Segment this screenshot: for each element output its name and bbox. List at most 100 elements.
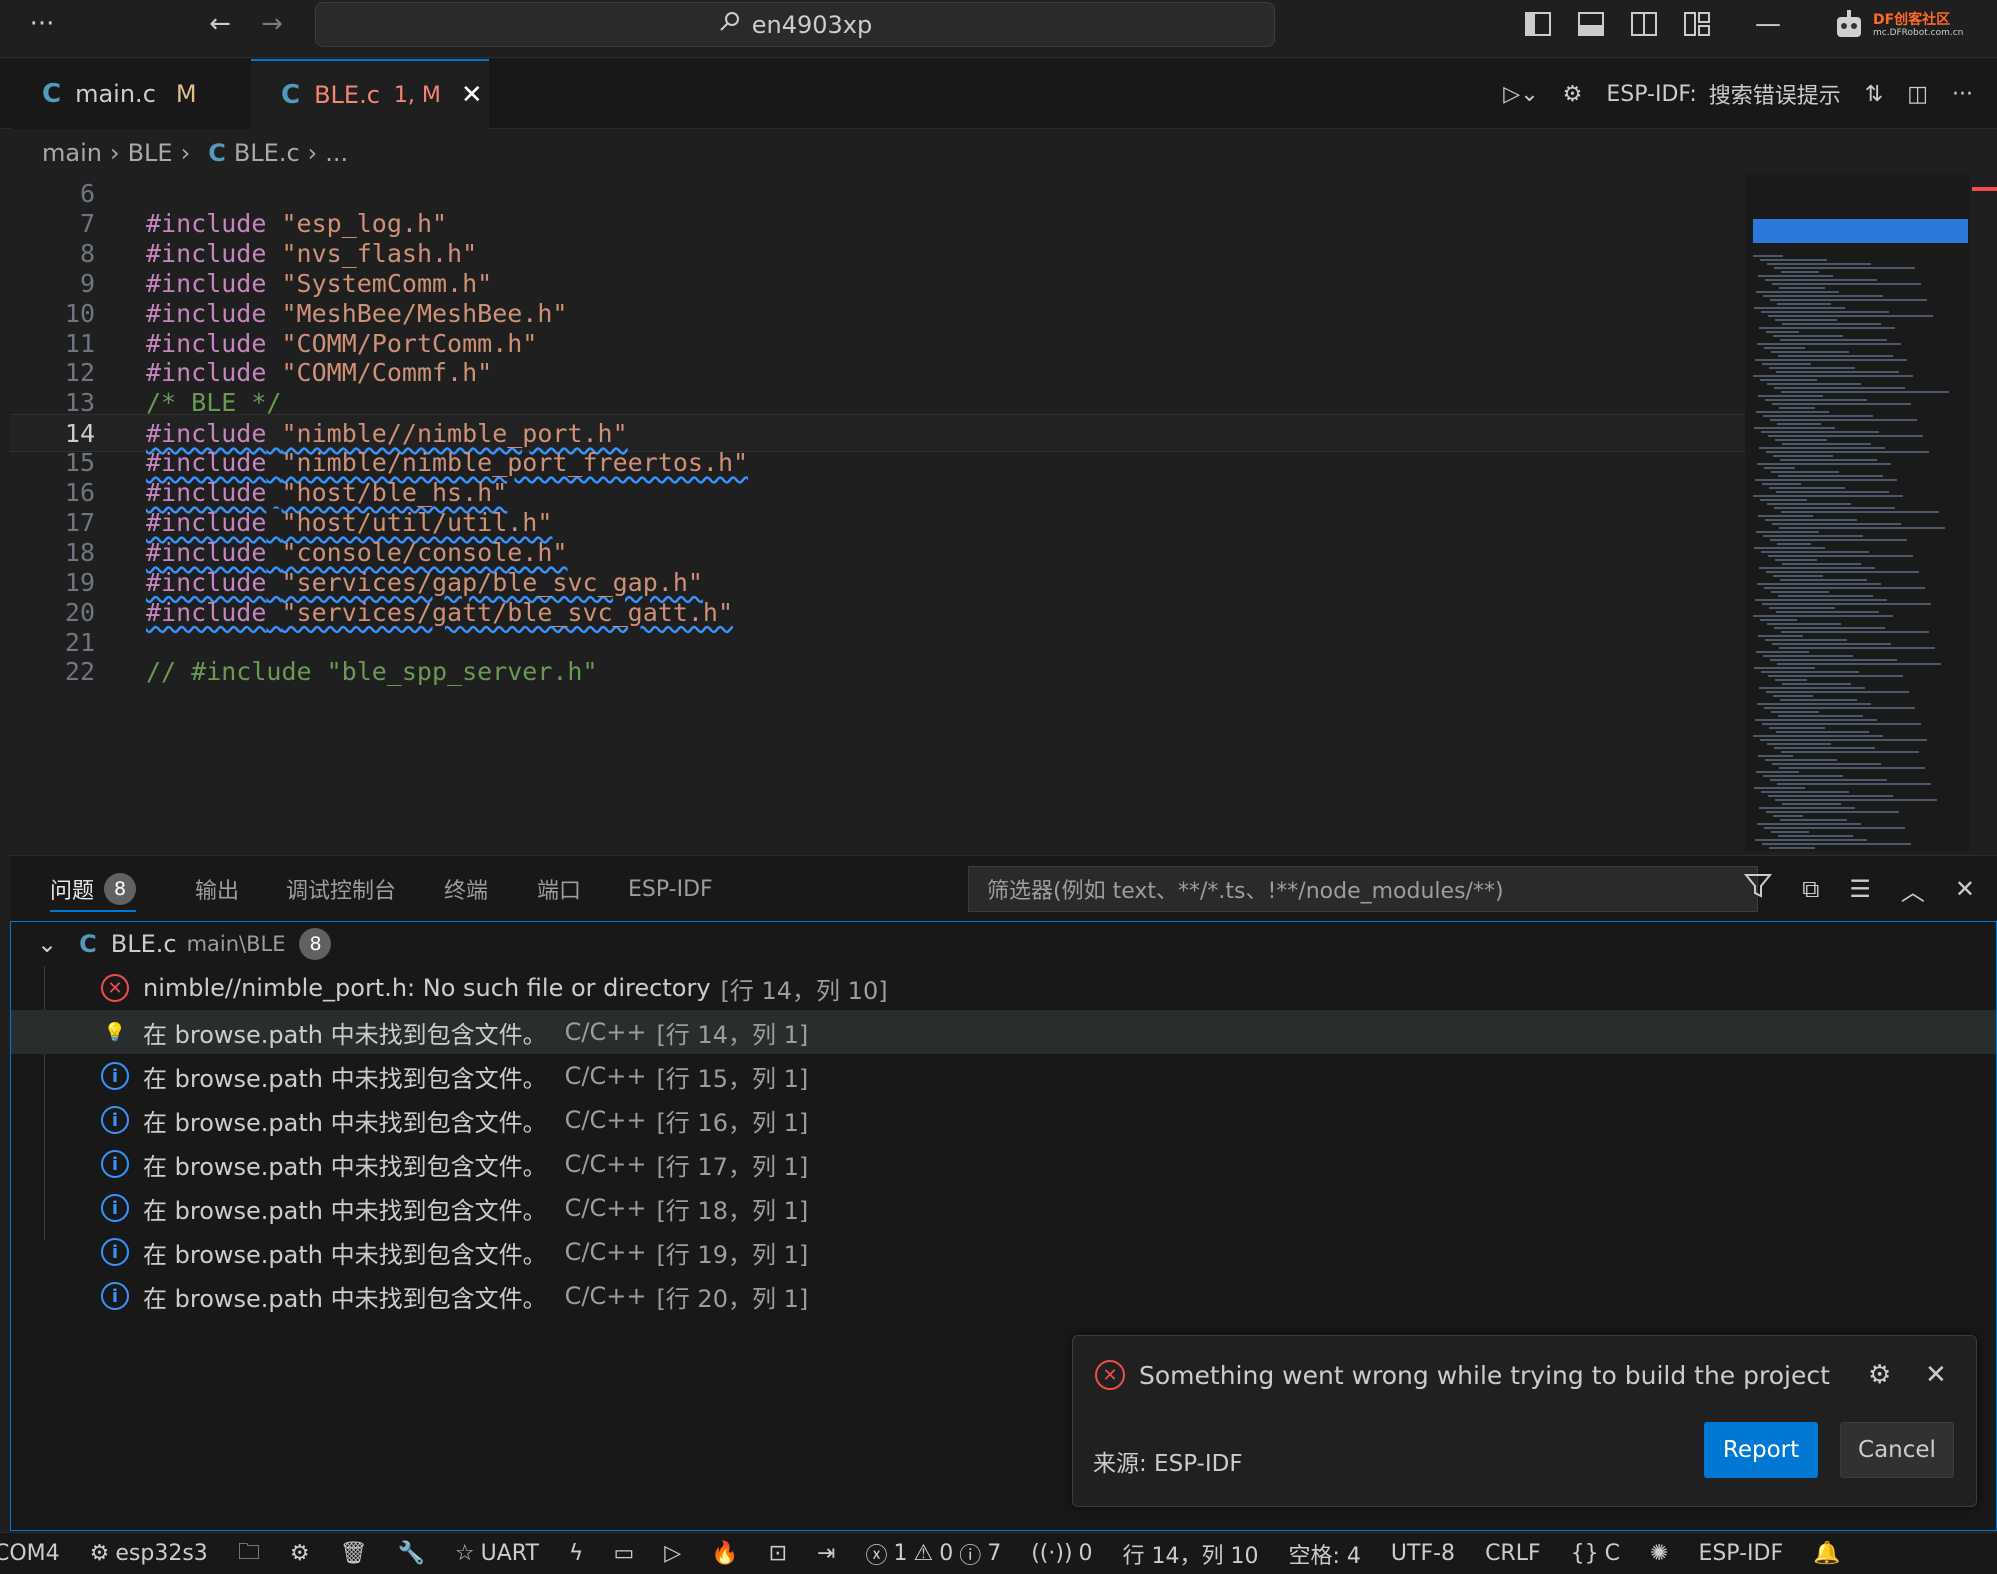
editor-tab-bar: C main.c M C BLE.c 1, M ✕ ▷⌄ ⚙ ESP-IDF: … bbox=[0, 59, 1997, 129]
tab-debug-console[interactable]: 调试控制台 bbox=[286, 856, 396, 922]
problem-source: C/C++ bbox=[564, 1018, 647, 1046]
fire-icon[interactable]: 🔥 bbox=[711, 1541, 738, 1566]
notifications-bell-icon[interactable]: 🔔 bbox=[1813, 1541, 1840, 1566]
breadcrumb-item-main[interactable]: main bbox=[42, 139, 102, 167]
minimap-line bbox=[1778, 595, 1873, 597]
tab-ports[interactable]: 端口 bbox=[537, 856, 581, 922]
settings-icon[interactable]: ⚙ bbox=[290, 1541, 310, 1566]
minimap-line bbox=[1758, 275, 1833, 277]
back-arrow-icon[interactable]: ← bbox=[200, 0, 240, 48]
report-button[interactable]: Report bbox=[1704, 1422, 1818, 1478]
close-panel-icon[interactable]: ✕ bbox=[1955, 875, 1975, 903]
gear-icon[interactable]: ⚙ bbox=[1868, 1360, 1891, 1390]
problem-item[interactable]: i 在 browse.path 中未找到包含文件。 C/C++ [行 19，列 1] bbox=[11, 1230, 1996, 1274]
monitor-icon[interactable]: ▭ bbox=[613, 1541, 634, 1566]
customize-layout-icon[interactable] bbox=[1681, 0, 1713, 48]
folder-icon[interactable]: 🗀 bbox=[238, 1535, 260, 1573]
minimap-line bbox=[1764, 827, 1905, 829]
run-debug-icon[interactable]: ▷⌄ bbox=[1503, 82, 1538, 107]
esp-idf-status[interactable]: ESP-IDF bbox=[1698, 1541, 1783, 1566]
minimap-line bbox=[1770, 419, 1917, 421]
terminal-icon[interactable]: ⊡ bbox=[769, 1541, 787, 1566]
minimap-line bbox=[1773, 815, 1803, 817]
problems-filter-input[interactable]: 筛选器(例如 text、**/*.ts、!**/node_modules/**) bbox=[968, 866, 1758, 912]
flash-icon[interactable]: ϟ bbox=[569, 1541, 584, 1566]
breadcrumb-item-ble[interactable]: BLE bbox=[128, 139, 173, 167]
problem-item[interactable]: i 在 browse.path 中未找到包含文件。 C/C++ [行 18，列 1] bbox=[11, 1186, 1996, 1230]
esp-idf-icon[interactable]: ✺ bbox=[1650, 1541, 1668, 1566]
broadcast-icon: ((·)) bbox=[1031, 1541, 1073, 1566]
ports-count: 0 bbox=[1078, 1541, 1093, 1566]
code-token: "console/console.h" bbox=[281, 537, 568, 567]
minimap-line bbox=[1779, 527, 1945, 529]
tab-esp-idf[interactable]: ESP-IDF bbox=[628, 856, 713, 922]
collapse-all-icon[interactable]: ⧉ bbox=[1802, 875, 1819, 903]
problem-item[interactable]: i 在 browse.path 中未找到包含文件。 C/C++ [行 20，列 1] bbox=[11, 1274, 1996, 1318]
wrench-icon[interactable]: 🔧 bbox=[398, 1541, 425, 1566]
cancel-button[interactable]: Cancel bbox=[1840, 1422, 1954, 1478]
encoding-status[interactable]: UTF-8 bbox=[1391, 1541, 1455, 1566]
editor-scrollbar[interactable] bbox=[1970, 175, 1997, 851]
minimap-line bbox=[1762, 603, 1931, 605]
tab-terminal[interactable]: 终端 bbox=[444, 856, 488, 922]
minimap-line bbox=[1760, 499, 1807, 501]
problem-item[interactable]: i 在 browse.path 中未找到包含文件。 C/C++ [行 15，列 1] bbox=[11, 1054, 1996, 1098]
debug-icon[interactable]: ▷ bbox=[664, 1541, 681, 1566]
flash-method-status[interactable]: ☆ UART bbox=[455, 1541, 539, 1566]
maximize-panel-icon[interactable]: ︿ bbox=[1901, 872, 1925, 907]
target-chip-status[interactable]: ⚙ esp32s3 bbox=[90, 1541, 208, 1566]
more-icon[interactable]: ··· bbox=[22, 0, 62, 48]
split-editor-icon[interactable]: ◫ bbox=[1907, 82, 1928, 107]
code-editor[interactable]: 6 7 #include "esp_log.h" 8 #include "nvs_fla… bbox=[10, 175, 1746, 851]
minimap[interactable] bbox=[1745, 175, 1970, 851]
editor-actions: ▷⌄ ⚙ ESP-IDF: 搜索错误提示 ⇅ ◫ ··· bbox=[1503, 59, 1997, 129]
search-text: en4903xp bbox=[751, 10, 873, 39]
minimize-icon[interactable]: — bbox=[1752, 0, 1784, 48]
gear-icon[interactable]: ⚙ bbox=[1563, 82, 1583, 107]
serial-port-status[interactable]: COM4 bbox=[0, 1541, 60, 1566]
filter-icon[interactable] bbox=[1744, 873, 1773, 905]
problem-item[interactable]: 💡 在 browse.path 中未找到包含文件。 C/C++ [行 14，列 1] bbox=[11, 1010, 1996, 1054]
problem-item[interactable]: i 在 browse.path 中未找到包含文件。 C/C++ [行 17，列 1] bbox=[11, 1142, 1996, 1186]
chevron-down-icon[interactable]: ⌄ bbox=[37, 930, 57, 958]
breadcrumb-item-symbol[interactable]: ... bbox=[325, 139, 348, 167]
indentation-status[interactable]: 空格: 4 bbox=[1289, 1538, 1361, 1570]
problems-status[interactable]: ⓧ 1 ⚠ 0 ⓘ 7 bbox=[865, 1538, 1001, 1570]
code-token: "services/gap/ble_svc_gap.h" bbox=[281, 567, 703, 597]
info-icon: i bbox=[101, 1238, 129, 1266]
command-center-search[interactable]: en4903xp bbox=[315, 2, 1275, 47]
minimap-line bbox=[1762, 483, 1801, 485]
code-line[interactable]: 22 // #include "ble_spp_server.h" bbox=[10, 653, 1746, 691]
toggle-secondary-sidebar-icon[interactable] bbox=[1628, 0, 1660, 48]
minimap-line bbox=[1777, 783, 1931, 785]
trash-icon[interactable]: 🗑 bbox=[340, 1541, 368, 1566]
cursor-position[interactable]: 行 14，列 10 bbox=[1123, 1538, 1259, 1570]
tab-modified-status: M bbox=[175, 80, 197, 108]
toggle-panel-icon[interactable] bbox=[1575, 0, 1607, 48]
problem-source: C/C++ bbox=[564, 1150, 647, 1178]
view-as-list-icon[interactable]: ☰ bbox=[1849, 875, 1871, 903]
compare-changes-icon[interactable]: ⇅ bbox=[1865, 82, 1883, 107]
tab-output[interactable]: 输出 bbox=[195, 856, 239, 922]
problems-file-group[interactable]: ⌄ C BLE.c main\BLE 8 bbox=[11, 922, 1996, 966]
tab-main-c[interactable]: C main.c M bbox=[12, 59, 250, 129]
info-icon: i bbox=[101, 1106, 129, 1134]
more-actions-icon[interactable]: ··· bbox=[1952, 82, 1973, 107]
ports-status[interactable]: ((·)) 0 bbox=[1031, 1541, 1092, 1566]
minimap-line bbox=[1767, 263, 1871, 265]
toggle-primary-sidebar-icon[interactable] bbox=[1522, 0, 1554, 48]
problem-item[interactable]: ✕ nimble//nimble_port.h: No such file or … bbox=[11, 966, 1996, 1010]
close-icon[interactable]: ✕ bbox=[461, 80, 483, 110]
forward-arrow-icon[interactable]: → bbox=[252, 0, 292, 48]
search-errors-button[interactable]: 搜索错误提示 bbox=[1709, 78, 1841, 110]
close-icon[interactable]: ✕ bbox=[1925, 1360, 1947, 1390]
problem-item[interactable]: i 在 browse.path 中未找到包含文件。 C/C++ [行 16，列 1] bbox=[11, 1098, 1996, 1142]
language-status[interactable]: {} C bbox=[1571, 1541, 1620, 1566]
minimap-viewport[interactable] bbox=[1753, 219, 1968, 243]
tab-problems[interactable]: 问题 8 bbox=[50, 856, 137, 922]
eol-status[interactable]: CRLF bbox=[1485, 1541, 1541, 1566]
breadcrumb-item-file[interactable]: BLE.c bbox=[234, 139, 300, 167]
open-in-icon[interactable]: ⇥ bbox=[817, 1541, 835, 1566]
tab-ble-c[interactable]: C BLE.c 1, M ✕ bbox=[251, 59, 489, 129]
